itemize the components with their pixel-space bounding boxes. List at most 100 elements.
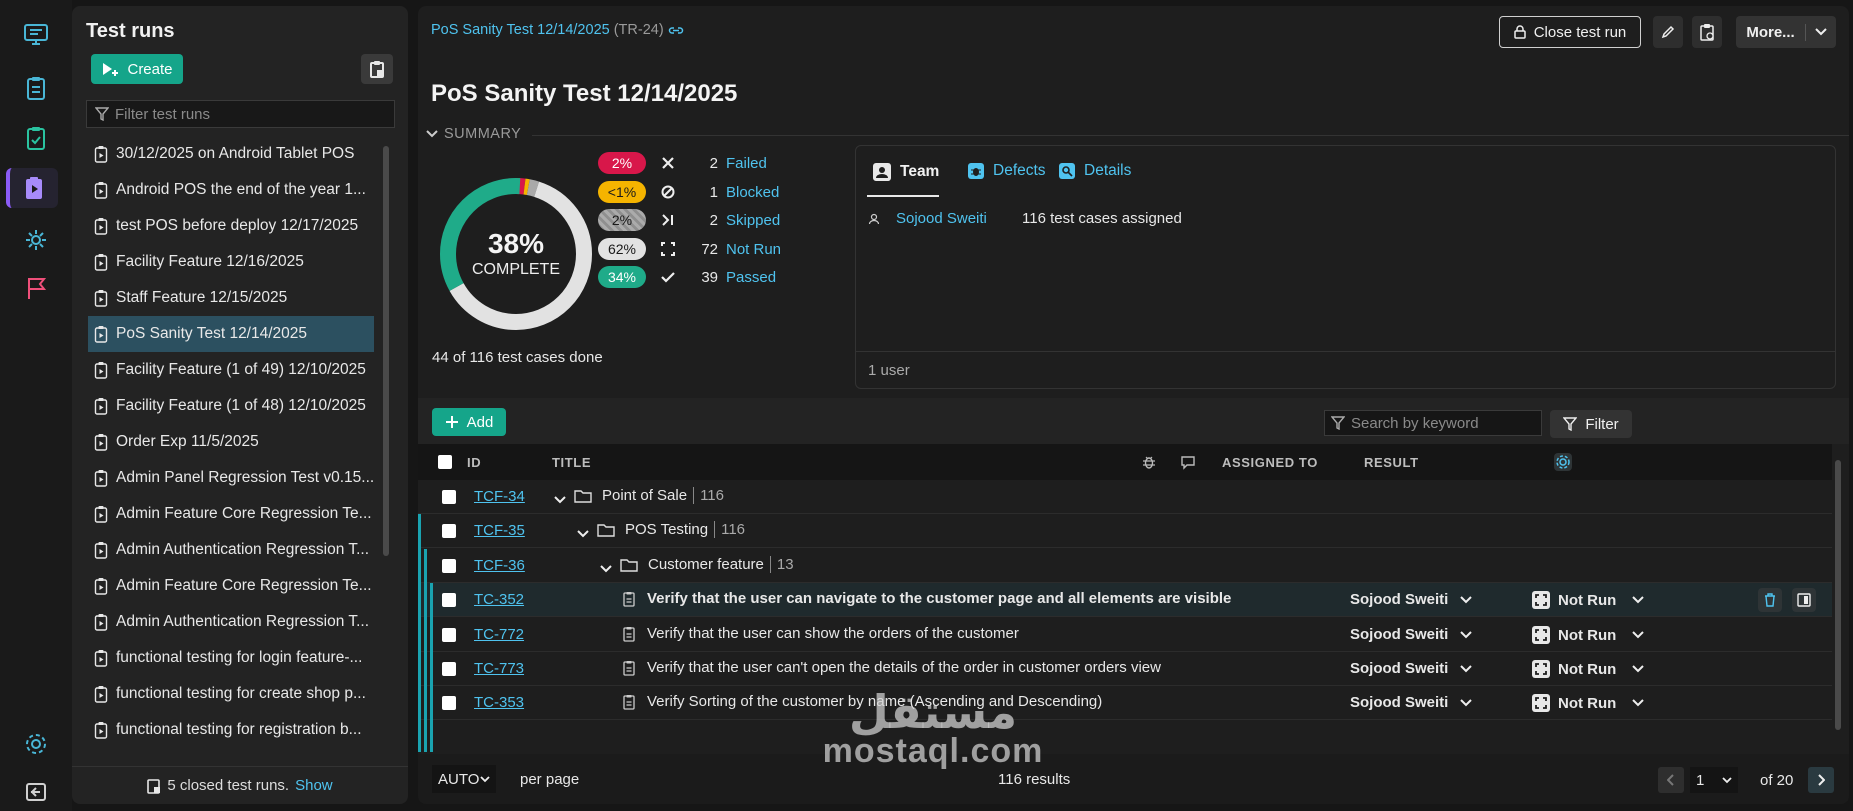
result-select[interactable]: Not Run [1532, 591, 1645, 609]
run-list-item[interactable]: test POS before deploy 12/17/2025 [88, 208, 374, 244]
test-cases-icon[interactable] [16, 68, 56, 108]
run-list-item[interactable]: functional testing for create shop p... [88, 676, 374, 712]
run-list-scrollbar[interactable] [382, 136, 390, 756]
run-list-item[interactable]: Admin Feature Core Regression Te... [88, 568, 374, 604]
table-row[interactable]: TC-773 Verify that the user can't open th… [418, 652, 1832, 686]
test-runs-icon[interactable] [6, 168, 58, 208]
breadcrumb-link[interactable]: PoS Sanity Test 12/14/2025 [431, 22, 610, 38]
prev-page-button[interactable] [1658, 767, 1684, 793]
case-title[interactable]: Verify that the user can show the orders… [623, 625, 1019, 642]
row-checkbox[interactable] [442, 593, 456, 607]
per-page-select[interactable]: AUTO [432, 765, 496, 793]
row-checkbox[interactable] [442, 628, 456, 642]
assignee-select[interactable]: Sojood Sweiti [1350, 660, 1473, 677]
assignee-select[interactable]: Sojood Sweiti [1350, 626, 1473, 643]
run-list-item[interactable]: PoS Sanity Test 12/14/2025 [88, 316, 374, 352]
page-select[interactable]: 1 [1690, 767, 1738, 793]
col-id[interactable]: ID [467, 455, 481, 470]
stat-name-link[interactable]: Failed [726, 155, 767, 172]
assignee-select[interactable]: Sojood Sweiti [1350, 694, 1473, 711]
table-row[interactable]: TCF-35 POS Testing 116 [418, 514, 1832, 548]
run-list-item[interactable]: Order Exp 11/5/2025 [88, 424, 374, 460]
row-id-link[interactable]: TC-773 [474, 660, 524, 677]
stat-name-link[interactable]: Skipped [726, 212, 780, 229]
run-list-item[interactable]: 30/12/2025 on Android Tablet POS [88, 136, 374, 172]
row-checkbox[interactable] [442, 524, 456, 538]
row-checkbox[interactable] [442, 559, 456, 573]
logout-icon[interactable] [16, 772, 56, 811]
trash-icon[interactable] [1758, 588, 1782, 612]
run-list-item[interactable]: Admin Authentication Regression T... [88, 604, 374, 640]
next-page-button[interactable] [1808, 767, 1834, 793]
run-list-item[interactable]: Admin Panel Regression Test v0.15... [88, 460, 374, 496]
col-assigned-to[interactable]: ASSIGNED TO [1222, 455, 1318, 470]
result-select[interactable]: Not Run [1532, 660, 1645, 678]
chevron-down-icon[interactable] [1806, 28, 1836, 36]
add-button[interactable]: Add [432, 408, 506, 436]
dashboard-icon[interactable] [16, 14, 56, 54]
edit-button[interactable] [1653, 16, 1683, 48]
milestones-flag-icon[interactable] [16, 268, 56, 308]
case-title[interactable]: Verify that the user can navigate to the… [623, 590, 1231, 607]
stat-name-link[interactable]: Not Run [726, 241, 781, 258]
chevron-down-icon[interactable] [554, 491, 566, 508]
row-id-link[interactable]: TCF-35 [474, 522, 525, 539]
col-result[interactable]: RESULT [1364, 455, 1419, 470]
result-select[interactable]: Not Run [1532, 694, 1645, 712]
row-id-link[interactable]: TC-353 [474, 694, 524, 711]
run-list-item[interactable]: functional testing for registration b... [88, 712, 374, 748]
run-list-item[interactable]: Facility Feature (1 of 49) 12/10/2025 [88, 352, 374, 388]
tab-details[interactable]: Details [1058, 162, 1131, 180]
settings-icon[interactable] [16, 724, 56, 764]
row-id-link[interactable]: TCF-36 [474, 557, 525, 574]
table-row[interactable]: TC-352 Verify that the user can navigate … [418, 583, 1832, 617]
team-member-name[interactable]: Sojood Sweiti [896, 210, 1022, 227]
summary-toggle[interactable]: SUMMARY [426, 126, 521, 142]
search-input[interactable] [1351, 414, 1536, 432]
show-closed-link[interactable]: Show [295, 777, 333, 794]
chevron-down-icon[interactable] [577, 525, 589, 542]
copy-link-icon[interactable] [668, 24, 684, 36]
run-list-item[interactable]: Admin Authentication Regression T... [88, 532, 374, 568]
run-list-item[interactable]: functional testing for login feature-... [88, 640, 374, 676]
assignee-select[interactable]: Sojood Sweiti [1350, 591, 1473, 608]
create-button[interactable]: Create [91, 54, 183, 84]
result-select[interactable]: Not Run [1532, 626, 1645, 644]
tab-defects[interactable]: Defects [967, 162, 1046, 180]
stat-name-link[interactable]: Blocked [726, 184, 779, 201]
search-field[interactable] [1324, 410, 1542, 436]
tab-team[interactable]: Team [872, 162, 939, 182]
table-row[interactable]: TCF-36 Customer feature 13 [418, 549, 1832, 583]
column-settings-icon[interactable] [1553, 452, 1573, 472]
row-id-link[interactable]: TC-772 [474, 626, 524, 643]
close-test-run-button[interactable]: Close test run [1499, 16, 1641, 48]
col-title[interactable]: TITLE [552, 455, 591, 470]
report-button[interactable] [1692, 16, 1722, 48]
run-list-item[interactable]: Facility Feature (1 of 48) 12/10/2025 [88, 388, 374, 424]
settings-cog-icon[interactable] [16, 220, 56, 260]
stat-name-link[interactable]: Passed [726, 269, 776, 286]
filter-button[interactable]: Filter [1550, 410, 1632, 438]
table-scrollbar[interactable] [1832, 448, 1844, 752]
run-list-item[interactable]: Android POS the end of the year 1... [88, 172, 374, 208]
case-title[interactable]: Verify that the user can't open the deta… [623, 659, 1161, 676]
table-row[interactable]: TCF-34 Point of Sale 116 [418, 480, 1832, 514]
more-menu-button[interactable]: More... [1736, 16, 1836, 48]
run-list-item[interactable]: Staff Feature 12/15/2025 [88, 280, 374, 316]
row-id-link[interactable]: TCF-34 [474, 488, 525, 505]
filter-runs-field[interactable] [86, 100, 395, 128]
table-row[interactable]: TC-772 Verify that the user can show the … [418, 618, 1832, 652]
open-panel-icon[interactable] [1792, 588, 1816, 612]
row-checkbox[interactable] [442, 696, 456, 710]
row-checkbox[interactable] [442, 662, 456, 676]
closed-runs-button[interactable] [361, 54, 393, 84]
filter-runs-input[interactable] [115, 105, 385, 123]
checklist-icon[interactable] [16, 118, 56, 158]
table-row[interactable]: TC-353 Verify Sorting of the customer by … [418, 686, 1832, 720]
row-id-link[interactable]: TC-352 [474, 591, 524, 608]
case-title[interactable]: Verify Sorting of the customer by name (… [623, 693, 1102, 710]
chevron-down-icon[interactable] [600, 560, 612, 577]
row-checkbox[interactable] [442, 490, 456, 504]
select-all-checkbox[interactable] [438, 455, 452, 469]
run-list-item[interactable]: Admin Feature Core Regression Te... [88, 496, 374, 532]
